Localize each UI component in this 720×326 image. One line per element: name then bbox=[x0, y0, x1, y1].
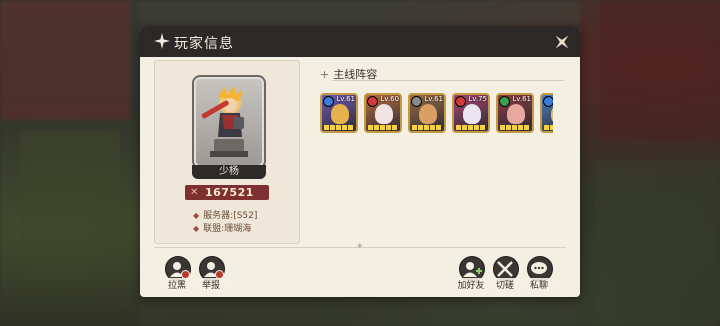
diamond-bullet-icon: ◆ bbox=[193, 211, 200, 220]
add-friend-icon bbox=[463, 262, 482, 277]
add-friend-button[interactable]: 加好友 bbox=[452, 256, 490, 291]
hero-portrait bbox=[507, 104, 525, 124]
chat-button[interactable]: 私聊 bbox=[520, 256, 558, 291]
element-icon bbox=[543, 96, 553, 107]
alliance-info: ◆ 联盟:珊瑚海 bbox=[193, 221, 251, 234]
plus-icon: + bbox=[320, 68, 330, 81]
chat-label: 私聊 bbox=[520, 278, 558, 291]
block-label: 拉黑 bbox=[158, 278, 196, 291]
report-label: 举报 bbox=[192, 278, 230, 291]
hero-card[interactable]: Lv.75 bbox=[452, 93, 490, 133]
star-rating-icon bbox=[456, 125, 486, 130]
diamond-bullet-icon: ◆ bbox=[193, 224, 200, 233]
element-icon bbox=[499, 96, 510, 107]
sparkle-icon bbox=[154, 33, 170, 49]
block-button[interactable]: 拉黑 bbox=[158, 256, 196, 291]
add-friend-label: 加好友 bbox=[452, 278, 490, 291]
hero-card[interactable]: Lv.61 bbox=[496, 93, 534, 133]
star-rating-icon bbox=[324, 125, 354, 130]
star-rating-icon bbox=[500, 125, 530, 130]
hero-avatar-illustration bbox=[201, 85, 248, 157]
alliance-text: 联盟:珊瑚海 bbox=[203, 224, 252, 234]
element-icon bbox=[411, 96, 422, 107]
hero-level: Lv.60 bbox=[380, 95, 399, 103]
hero-portrait bbox=[375, 104, 393, 124]
divider-ornament-icon: ✦ bbox=[356, 242, 364, 252]
duel-button[interactable]: 切磋 bbox=[486, 256, 524, 291]
hero-level: Lv.61 bbox=[424, 95, 443, 103]
element-icon bbox=[323, 96, 334, 107]
close-icon[interactable] bbox=[552, 32, 572, 52]
player-name: 少杨 bbox=[192, 165, 266, 179]
server-text: 服务器:[S52] bbox=[203, 211, 258, 221]
power-value: 167521 bbox=[205, 186, 254, 199]
dialog-titlebar: 玩家信息 bbox=[140, 26, 580, 57]
hero-portrait bbox=[551, 104, 553, 124]
crossed-swords-icon: ✕ bbox=[190, 187, 199, 198]
hero-card[interactable]: Lv.61 bbox=[408, 93, 446, 133]
power-badge: ✕ 167521 bbox=[185, 185, 269, 200]
hero-portrait bbox=[331, 104, 349, 124]
star-rating-icon bbox=[544, 125, 553, 130]
report-button[interactable]: 举报 bbox=[192, 256, 230, 291]
dialog-title: 玩家信息 bbox=[174, 36, 234, 52]
player-info-dialog: 玩家信息 少杨 ✕ 167521 ◆ 服务器:[S52] ◆ 联盟:珊瑚海 + … bbox=[140, 26, 580, 297]
server-info: ◆ 服务器:[S52] bbox=[193, 208, 257, 221]
hero-card[interactable]: Lv.60 bbox=[364, 93, 402, 133]
hero-portrait bbox=[419, 104, 437, 124]
chat-bubble-icon bbox=[531, 262, 547, 274]
duel-label: 切磋 bbox=[486, 278, 524, 291]
hero-level: Lv.61 bbox=[336, 95, 355, 103]
player-portrait-panel: 少杨 ✕ 167521 ◆ 服务器:[S52] ◆ 联盟:珊瑚海 bbox=[154, 60, 300, 244]
element-icon bbox=[367, 96, 378, 107]
element-icon bbox=[455, 96, 466, 107]
hero-card[interactable]: Lv.61 bbox=[320, 93, 358, 133]
hero-level: Lv.61 bbox=[512, 95, 531, 103]
lineup-divider bbox=[332, 80, 564, 81]
hero-card[interactable]: Lv.61 bbox=[540, 93, 553, 133]
hero-lineup: Lv.61 Lv.60 Lv.61 Lv.75 Lv.61 Lv.61 bbox=[320, 93, 553, 137]
hero-level: Lv.75 bbox=[468, 95, 487, 103]
player-avatar[interactable] bbox=[192, 75, 266, 169]
crossed-swords-icon bbox=[497, 261, 513, 277]
star-rating-icon bbox=[412, 125, 442, 130]
star-rating-icon bbox=[368, 125, 398, 130]
hero-portrait bbox=[463, 104, 481, 124]
